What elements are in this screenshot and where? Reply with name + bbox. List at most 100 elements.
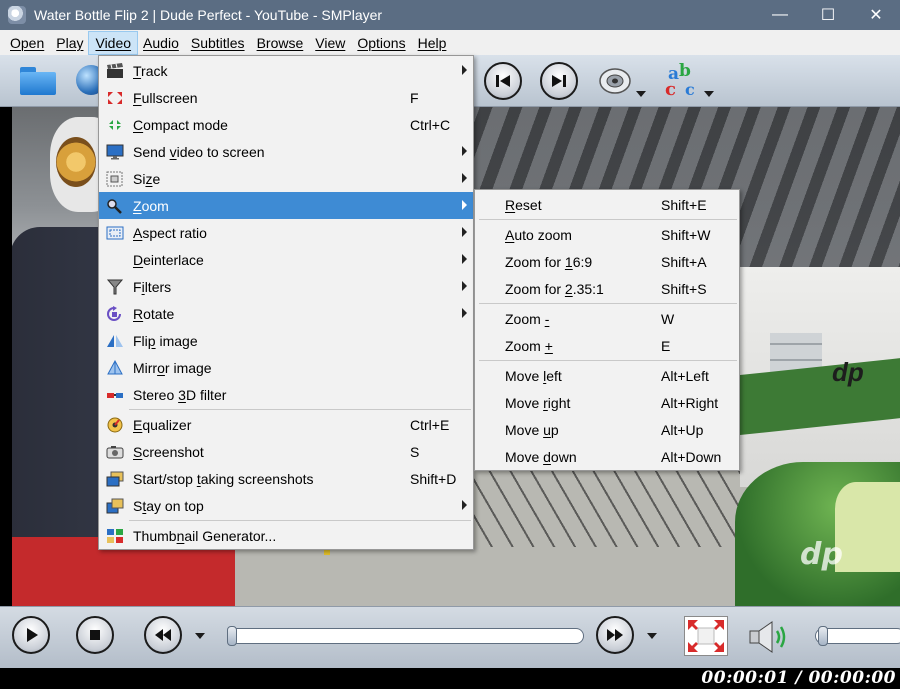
label-part: Move bbox=[505, 367, 544, 384]
menu-item-label: Aspect ratio bbox=[133, 225, 473, 241]
mnemonic-letter: C bbox=[133, 116, 144, 133]
video-menu-item-mirror-image[interactable]: Mirror image bbox=[99, 354, 473, 381]
fullscreen-button[interactable] bbox=[684, 616, 728, 656]
zoom-menu-item-move-up[interactable]: Move up Alt+Up bbox=[475, 416, 739, 443]
menu-view[interactable]: View bbox=[309, 32, 351, 54]
rewind-button[interactable] bbox=[144, 616, 182, 654]
stop-button[interactable] bbox=[76, 616, 114, 654]
menu-video[interactable]: Video bbox=[88, 30, 139, 55]
video-menu-item-size[interactable]: Size bbox=[99, 165, 473, 192]
mnemonic-letter: + bbox=[544, 337, 553, 354]
skip-previous-icon bbox=[496, 75, 510, 87]
submenu-arrow-icon bbox=[462, 65, 467, 75]
rewind-icon bbox=[155, 629, 171, 641]
video-menu-item-deinterlace[interactable]: Deinterlace bbox=[99, 246, 473, 273]
zoom-menu-item-zoom-for-16-9[interactable]: Zoom for 16:9 Shift+A bbox=[475, 248, 739, 275]
menu-help[interactable]: Help bbox=[412, 32, 453, 54]
video-menu-item-stay-on-top[interactable]: Stay on top bbox=[99, 492, 473, 519]
video-menu-item-screenshot[interactable]: Screenshot S bbox=[99, 438, 473, 465]
zoom-menu-item-move-left[interactable]: Move left Alt+Left bbox=[475, 362, 739, 389]
video-menu-item-equalizer[interactable]: Equalizer Ctrl+E bbox=[99, 411, 473, 438]
maximize-button[interactable]: ☐ bbox=[804, 0, 852, 30]
menu-item-shortcut: Alt+Down bbox=[661, 448, 722, 465]
label-part: Zoom bbox=[505, 310, 545, 327]
menu-item-label: Screenshot bbox=[133, 444, 473, 460]
forward-dropdown-caret-icon[interactable] bbox=[647, 633, 657, 639]
minimize-button[interactable]: — bbox=[756, 0, 804, 30]
volume-handle[interactable] bbox=[818, 626, 828, 646]
label-part: D filter bbox=[185, 386, 227, 403]
svg-text:c: c bbox=[685, 80, 695, 99]
menu-item-shortcut: Ctrl+E bbox=[410, 416, 450, 433]
video-menu-item-filters[interactable]: Filters bbox=[99, 273, 473, 300]
mnemonic-letter: F bbox=[133, 89, 142, 106]
video-menu-item-flip-image[interactable]: Flip image bbox=[99, 327, 473, 354]
menu-browse[interactable]: Browse bbox=[251, 32, 310, 54]
label-part: 6:9 bbox=[572, 253, 593, 270]
audio-dropdown-caret-icon[interactable] bbox=[636, 91, 646, 97]
menu-item-shortcut: Shift+D bbox=[410, 470, 457, 487]
label-part: eft bbox=[546, 367, 562, 384]
label-part: rack bbox=[141, 62, 168, 79]
menu-item-label: Zoom - bbox=[475, 311, 739, 327]
video-menu-item-send-video-to-screen[interactable]: Send video to screen bbox=[99, 138, 473, 165]
zoom-menu-item-zoom-for-2-35-1[interactable]: Zoom for 2.35:1 Shift+S bbox=[475, 275, 739, 302]
play-button[interactable] bbox=[12, 616, 50, 654]
menu-separator bbox=[129, 409, 471, 410]
menu-open[interactable]: Open bbox=[4, 32, 50, 54]
volume-slider[interactable] bbox=[815, 626, 900, 646]
mnemonic-letter: 1 bbox=[564, 253, 573, 270]
menu-item-label: Stay on top bbox=[133, 498, 473, 514]
mnemonic-letter: T bbox=[133, 62, 142, 79]
screenshot-icon bbox=[104, 443, 126, 461]
menu-item-shortcut: S bbox=[410, 443, 420, 460]
submenu-arrow-icon bbox=[462, 227, 467, 237]
zoom-menu-item-reset[interactable]: Reset Shift+E bbox=[475, 191, 739, 218]
label-part: S bbox=[133, 497, 143, 514]
seek-handle[interactable] bbox=[227, 626, 237, 646]
subtitles-abc-icon[interactable]: a b c c bbox=[664, 61, 704, 100]
video-menu-item-track[interactable]: Track bbox=[99, 57, 473, 84]
volume-speaker-icon[interactable] bbox=[746, 617, 790, 657]
video-menu-item-fullscreen[interactable]: Fullscreen F bbox=[99, 84, 473, 111]
close-button[interactable]: ✕ bbox=[852, 0, 900, 30]
label-part: aking screenshots bbox=[200, 470, 314, 487]
time-display: 00:00:01 / 00:00:00 bbox=[701, 668, 896, 688]
smplayer-app-icon bbox=[8, 6, 26, 24]
subtitles-dropdown-caret-icon[interactable] bbox=[704, 91, 714, 97]
video-menu-item-aspect-ratio[interactable]: Aspect ratio bbox=[99, 219, 473, 246]
aspect-ratio-icon bbox=[104, 224, 126, 242]
label-part: ail Generator... bbox=[184, 527, 277, 544]
menu-item-label: Fullscreen bbox=[133, 90, 473, 106]
menu-audio[interactable]: Audio bbox=[137, 32, 185, 54]
zoom-menu-item-move-down[interactable]: Move down Alt+Down bbox=[475, 443, 739, 470]
screenshots-icon bbox=[104, 470, 126, 488]
label-part: otate bbox=[143, 305, 175, 322]
rewind-dropdown-caret-icon[interactable] bbox=[195, 633, 205, 639]
zoom-menu-item-move-right[interactable]: Move right Alt+Right bbox=[475, 389, 739, 416]
video-menu-item-compact-mode[interactable]: Compact mode Ctrl+C bbox=[99, 111, 473, 138]
video-menu-item-start-stop-taking-screenshots[interactable]: Start/stop taking screenshots Shift+D bbox=[99, 465, 473, 492]
submenu-arrow-icon bbox=[462, 173, 467, 183]
zoom-menu-item-zoom[interactable]: Zoom -W bbox=[475, 305, 739, 332]
zoom-menu-item-auto-zoom[interactable]: Auto zoom Shift+W bbox=[475, 221, 739, 248]
label-part: uto zoom bbox=[514, 226, 572, 243]
menu-options[interactable]: Options bbox=[351, 32, 411, 54]
video-menu-item-rotate[interactable]: Rotate bbox=[99, 300, 473, 327]
video-menu-item-thumbnail-generator[interactable]: Thumbnail Generator... bbox=[99, 522, 473, 549]
zoom-menu-item-zoom[interactable]: Zoom + E bbox=[475, 332, 739, 359]
mnemonic-letter: E bbox=[133, 416, 143, 433]
label-part: Zoom for bbox=[505, 253, 565, 270]
video-menu-item-stereo-3d-filter[interactable]: Stereo 3D filter bbox=[99, 381, 473, 408]
seek-bar[interactable] bbox=[227, 626, 584, 646]
audio-track-speaker-icon[interactable] bbox=[597, 67, 633, 97]
submenu-arrow-icon bbox=[462, 308, 467, 318]
video-menu-item-zoom[interactable]: Zoom bbox=[99, 192, 473, 219]
previous-button[interactable] bbox=[484, 62, 522, 100]
svg-text:b: b bbox=[679, 62, 691, 81]
forward-button[interactable] bbox=[596, 616, 634, 654]
menu-play[interactable]: Play bbox=[50, 32, 89, 54]
menu-subtitles[interactable]: Subtitles bbox=[185, 32, 251, 54]
next-button[interactable] bbox=[540, 62, 578, 100]
open-folder-icon[interactable] bbox=[20, 67, 56, 95]
